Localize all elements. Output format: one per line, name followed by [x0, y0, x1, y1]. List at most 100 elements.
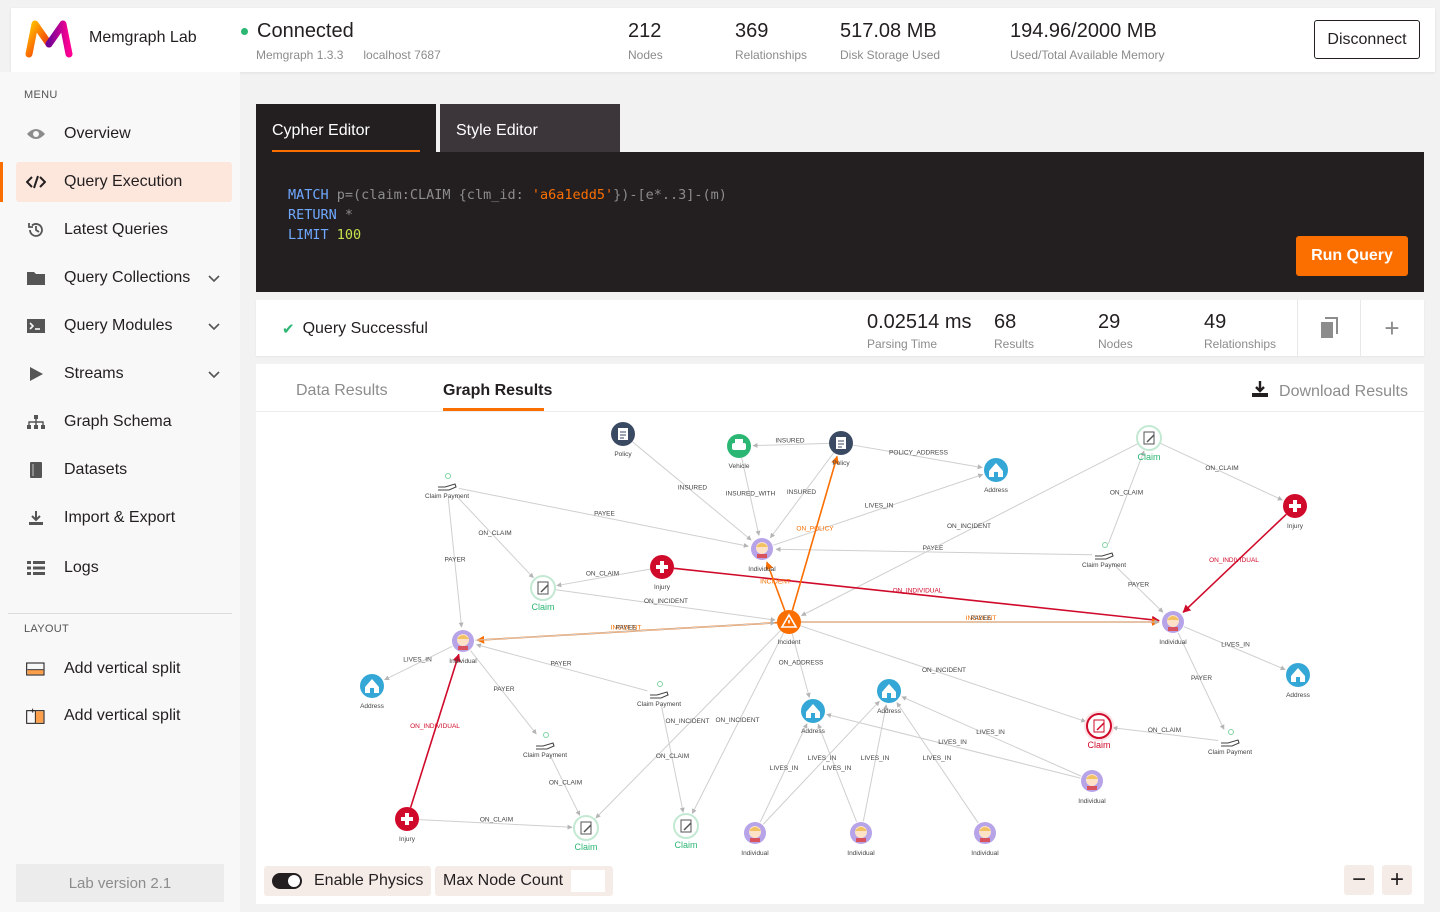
- graph-edge[interactable]: PAYER: [476, 643, 648, 692]
- copy-icon: [1321, 317, 1338, 338]
- chevron-down-icon[interactable]: [208, 366, 220, 384]
- graph-edge-label: ON_INCIDENT: [644, 598, 688, 605]
- graph-edge[interactable]: PAYEE: [458, 487, 749, 548]
- sidebar-item-datasets[interactable]: Datasets: [16, 450, 232, 490]
- graph-node-payment[interactable]: Claim Payment: [1208, 729, 1252, 757]
- graph-node-address[interactable]: Address: [801, 699, 826, 735]
- graph-node-address[interactable]: Address: [984, 458, 1009, 494]
- graph-edge[interactable]: ON_CLAIM: [1159, 442, 1283, 501]
- sidebar-item-graph-schema[interactable]: Graph Schema: [16, 402, 232, 442]
- hierarchy-icon: [26, 412, 46, 432]
- graph-node-individual[interactable]: Individual: [1078, 770, 1106, 805]
- sidebar-item-import-export[interactable]: Import & Export: [16, 498, 232, 538]
- toggle-switch[interactable]: [272, 873, 302, 889]
- graph-edge[interactable]: ON_INCIDENT: [595, 630, 781, 819]
- graph-edge[interactable]: LIVES_IN: [901, 696, 1082, 777]
- zoom-out-button[interactable]: −: [1344, 865, 1374, 895]
- graph-canvas[interactable]: INSURED INSURED INSURED_WITH POLICY_ADDRESS…: [256, 412, 1424, 904]
- run-query-button[interactable]: Run Query: [1296, 236, 1408, 276]
- graph-edge[interactable]: PAYER: [1177, 632, 1225, 730]
- graph-edge[interactable]: ON_INCIDENT: [801, 443, 1139, 617]
- sidebar-item-add-vertical-split[interactable]: Add vertical split: [16, 649, 232, 689]
- download-results-button[interactable]: Download Results: [1251, 380, 1408, 403]
- tab-data-results[interactable]: Data Results: [296, 382, 388, 400]
- sidebar-item-logs[interactable]: Logs: [16, 548, 232, 588]
- graph-node-individual[interactable]: Individual: [847, 822, 875, 857]
- graph-edge[interactable]: LIVES_IN: [384, 645, 453, 681]
- tab-graph-results[interactable]: Graph Results: [443, 382, 552, 400]
- graph-node-address[interactable]: Address: [360, 674, 385, 710]
- graph-node-claim[interactable]: Claim: [573, 815, 599, 852]
- graph-edge[interactable]: LIVES_IN: [759, 723, 808, 823]
- chevron-down-icon[interactable]: [208, 270, 220, 288]
- chevron-down-icon[interactable]: [208, 318, 220, 336]
- graph-edge[interactable]: LIVES_IN: [817, 723, 858, 823]
- graph-edge[interactable]: ON_CLAIM: [556, 568, 651, 588]
- active-indicator: [0, 162, 3, 202]
- graph-edge[interactable]: PAYEE: [474, 620, 776, 641]
- sidebar-item-latest-queries[interactable]: Latest Queries: [16, 210, 232, 250]
- sidebar-item-query-execution[interactable]: Query Execution: [16, 162, 232, 202]
- graph-edge[interactable]: INSURED: [752, 438, 830, 448]
- graph-node-individual[interactable]: Individual: [449, 630, 477, 665]
- graph-node-payment[interactable]: Claim Payment: [1082, 542, 1126, 570]
- physics-toggle[interactable]: Enable Physics: [264, 866, 432, 896]
- graph-edge[interactable]: ON_INDIVIDUAL: [1182, 513, 1287, 613]
- graph-node-address[interactable]: Address: [1286, 663, 1311, 699]
- sidebar-item-add-vertical-split-2[interactable]: Add vertical split: [16, 696, 232, 736]
- query-code[interactable]: MATCH p=(claim:CLAIM {clm_id: 'a6a1edd5'…: [288, 185, 727, 245]
- graph-node-claim[interactable]: Claim: [673, 813, 699, 850]
- graph-edge[interactable]: ON_POLICY: [791, 455, 839, 611]
- graph-node-policy[interactable]: Policy: [829, 431, 853, 467]
- graph-edge[interactable]: ON_CLAIM: [1112, 725, 1219, 742]
- zoom-in-button[interactable]: +: [1382, 865, 1412, 895]
- graph-edge[interactable]: PAYEE: [775, 545, 1093, 556]
- graph-edge[interactable]: ON_INDIVIDUAL: [673, 567, 1160, 624]
- copy-button[interactable]: [1297, 300, 1360, 356]
- graph-edge[interactable]: ON_CLAIM: [418, 817, 573, 830]
- graph-edge[interactable]: PAYEE: [801, 615, 1160, 625]
- tab-style-editor[interactable]: Style Editor: [440, 104, 620, 152]
- graph-edge[interactable]: ON_INCIDENT: [800, 625, 1087, 723]
- sidebar-item-overview[interactable]: Overview: [16, 114, 232, 154]
- graph-edge[interactable]: ON_INDIVIDUAL: [409, 653, 461, 808]
- graph-edge[interactable]: LIVES_IN: [826, 713, 1081, 779]
- graph-node-vehicle[interactable]: Vehicle: [727, 434, 751, 470]
- graph-node-address[interactable]: Address: [877, 679, 902, 715]
- graph-node-individual[interactable]: Individual: [748, 538, 776, 573]
- graph-node-injury[interactable]: Injury: [1283, 494, 1307, 530]
- graph-edge[interactable]: LIVES_IN: [896, 702, 979, 824]
- graph-edge[interactable]: ON_CLAIM: [454, 494, 534, 579]
- graph-edge[interactable]: LIVES_IN: [861, 704, 890, 822]
- add-button[interactable]: +: [1360, 300, 1423, 356]
- graph-node-injury[interactable]: Injury: [395, 807, 419, 843]
- disconnect-button[interactable]: Disconnect: [1314, 20, 1420, 59]
- graph-edge[interactable]: PAYER: [444, 497, 466, 628]
- graph-node-claim[interactable]: Claim: [1136, 425, 1162, 462]
- graph-node-incident[interactable]: Incident: [777, 610, 801, 646]
- graph-edge[interactable]: PAYER: [1112, 563, 1164, 613]
- graph-edge[interactable]: LIVES_IN: [773, 473, 984, 546]
- graph-node-individual[interactable]: Individual: [741, 822, 769, 857]
- graph-node-policy[interactable]: Policy: [611, 422, 635, 458]
- graph-edge[interactable]: ON_INCIDENT: [554, 589, 776, 622]
- cypher-editor[interactable]: MATCH p=(claim:CLAIM {clm_id: 'a6a1edd5'…: [256, 152, 1424, 292]
- graph-node-individual[interactable]: Individual: [971, 822, 999, 857]
- graph-node-payment[interactable]: Claim Payment: [637, 681, 681, 709]
- graph-edge[interactable]: POLICY_ADDRESS: [852, 444, 983, 470]
- sidebar-item-streams[interactable]: Streams: [16, 354, 232, 394]
- tab-cypher-editor[interactable]: Cypher Editor: [256, 104, 436, 152]
- graph-edge[interactable]: PAYER: [470, 650, 537, 735]
- sidebar-item-query-collections[interactable]: Query Collections: [16, 258, 232, 298]
- graph-node-payment[interactable]: Claim Payment: [425, 473, 469, 501]
- max-node-count-input[interactable]: [571, 870, 606, 892]
- graph-edge[interactable]: LIVES_IN: [1183, 626, 1286, 671]
- graph-node-claim-selected[interactable]: Claim: [1084, 711, 1114, 750]
- sidebar-item-query-modules[interactable]: Query Modules: [16, 306, 232, 346]
- graph-node-claim[interactable]: Claim: [530, 575, 556, 612]
- graph-edge[interactable]: ON_CLAIM: [1107, 450, 1145, 544]
- graph-node-injury[interactable]: Injury: [650, 555, 674, 591]
- graph-node-payment[interactable]: Claim Payment: [523, 732, 567, 760]
- graph-edge[interactable]: ON_CLAIM: [549, 755, 582, 816]
- graph-node-individual[interactable]: Individual: [1159, 611, 1187, 646]
